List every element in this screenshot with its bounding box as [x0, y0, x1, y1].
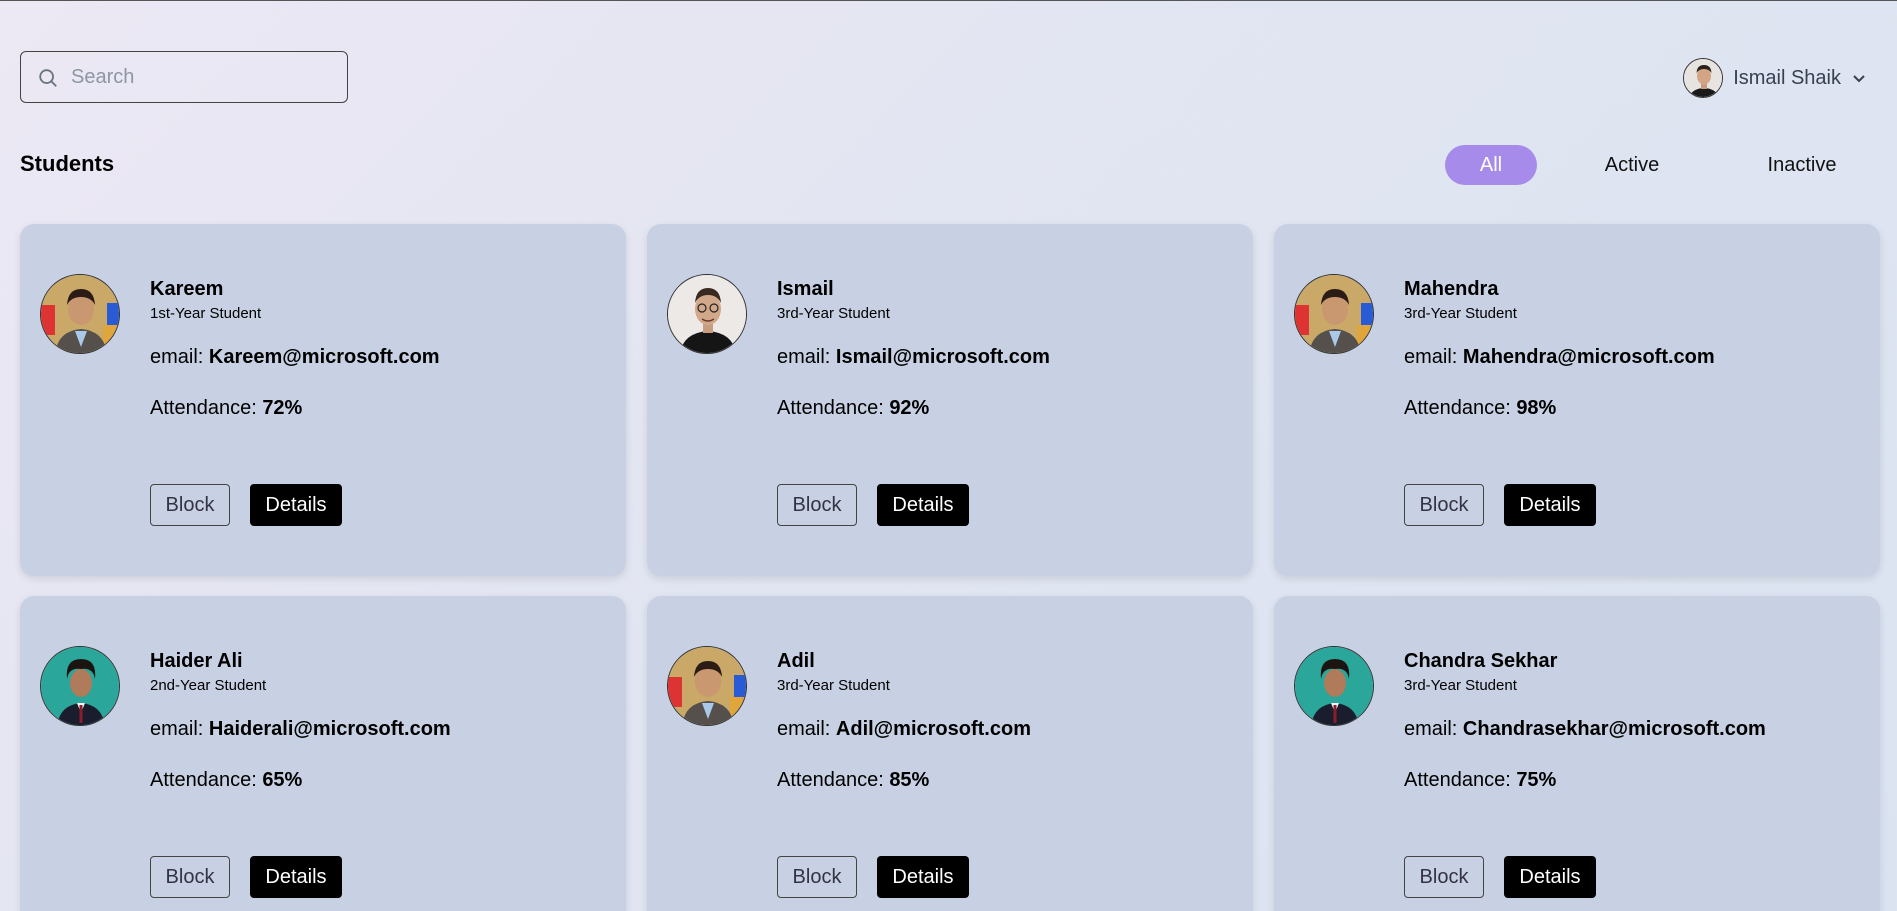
attendance-label: Attendance: — [150, 397, 263, 419]
details-button[interactable]: Details — [877, 856, 969, 898]
filter-active[interactable]: Active — [1567, 145, 1697, 185]
student-name: Chandra Sekhar — [1404, 650, 1558, 672]
attendance-value: 75% — [1516, 769, 1557, 791]
student-card: Chandra Sekhar 3rd-Year Student email: C… — [1274, 596, 1880, 911]
user-avatar — [1683, 58, 1724, 98]
student-attendance: Attendance: 98% — [1404, 397, 1715, 420]
student-year: 3rd-Year Student — [1404, 305, 1517, 322]
attendance-label: Attendance: — [1404, 769, 1517, 791]
student-name: Kareem — [150, 278, 224, 300]
student-email: email: Chandrasekhar@microsoft.com — [1404, 718, 1766, 741]
student-avatar — [667, 274, 747, 354]
student-email: email: Mahendra@microsoft.com — [1404, 346, 1715, 369]
student-attendance: Attendance: 75% — [1404, 769, 1766, 792]
block-button[interactable]: Block — [150, 856, 230, 898]
student-email: email: Ismail@microsoft.com — [777, 346, 1050, 369]
student-avatar — [667, 646, 747, 726]
student-avatar — [1294, 646, 1374, 726]
filter-inactive[interactable]: Inactive — [1727, 145, 1877, 185]
email-label: email: — [777, 718, 836, 740]
email-label: email: — [777, 346, 836, 368]
attendance-value: 92% — [889, 397, 930, 419]
student-year: 3rd-Year Student — [1404, 677, 1517, 694]
email-label: email: — [150, 346, 209, 368]
student-card: Ismail 3rd-Year Student email: Ismail@mi… — [647, 224, 1253, 576]
block-button[interactable]: Block — [777, 484, 857, 526]
student-card: Adil 3rd-Year Student email: Adil@micros… — [647, 596, 1253, 911]
student-year: 1st-Year Student — [150, 305, 262, 322]
details-button[interactable]: Details — [1504, 856, 1596, 898]
student-avatar — [40, 646, 120, 726]
attendance-label: Attendance: — [1404, 397, 1517, 419]
student-card: Mahendra 3rd-Year Student email: Mahendr… — [1274, 224, 1880, 576]
student-avatar — [1294, 274, 1374, 354]
email-value: Adil@microsoft.com — [835, 718, 1031, 740]
user-menu[interactable]: Ismail Shaik — [1683, 57, 1867, 99]
student-year: 3rd-Year Student — [777, 677, 890, 694]
email-label: email: — [1404, 346, 1463, 368]
filter-all[interactable]: All — [1445, 145, 1537, 185]
status-filter: All Active Inactive — [1445, 145, 1877, 185]
details-button[interactable]: Details — [250, 484, 342, 526]
details-button[interactable]: Details — [250, 856, 342, 898]
block-button[interactable]: Block — [150, 484, 230, 526]
details-button[interactable]: Details — [1504, 484, 1596, 526]
student-avatar — [40, 274, 120, 354]
student-email: email: Kareem@microsoft.com — [150, 346, 440, 369]
student-name: Haider Ali — [150, 650, 243, 672]
student-email: email: Haiderali@microsoft.com — [150, 718, 451, 741]
student-name: Ismail — [777, 278, 834, 300]
attendance-label: Attendance: — [777, 769, 890, 791]
search-box[interactable] — [20, 51, 348, 103]
details-button[interactable]: Details — [877, 484, 969, 526]
attendance-value: 72% — [262, 397, 303, 419]
attendance-value: 98% — [1516, 397, 1557, 419]
email-value: Ismail@microsoft.com — [835, 346, 1050, 368]
student-card: Haider Ali 2nd-Year Student email: Haide… — [20, 596, 626, 911]
student-card: Kareem 1st-Year Student email: Kareem@mi… — [20, 224, 626, 576]
top-bar: Ismail Shaik — [20, 51, 1877, 105]
attendance-value: 65% — [262, 769, 303, 791]
student-attendance: Attendance: 92% — [777, 397, 1050, 420]
email-value: Kareem@microsoft.com — [208, 346, 440, 368]
student-name: Mahendra — [1404, 278, 1499, 300]
block-button[interactable]: Block — [777, 856, 857, 898]
email-label: email: — [150, 718, 209, 740]
student-year: 3rd-Year Student — [777, 305, 890, 322]
student-attendance: Attendance: 65% — [150, 769, 451, 792]
user-name: Ismail Shaik — [1733, 66, 1841, 89]
student-name: Adil — [777, 650, 815, 672]
attendance-value: 85% — [889, 769, 930, 791]
attendance-label: Attendance: — [150, 769, 263, 791]
attendance-label: Attendance: — [777, 397, 890, 419]
student-attendance: Attendance: 72% — [150, 397, 440, 420]
student-year: 2nd-Year Student — [150, 677, 267, 694]
title-row: Students All Active Inactive — [20, 145, 1877, 185]
block-button[interactable]: Block — [1404, 484, 1484, 526]
page-title: Students — [20, 151, 115, 176]
student-email: email: Adil@microsoft.com — [777, 718, 1031, 741]
email-value: Mahendra@microsoft.com — [1462, 346, 1715, 368]
search-input[interactable] — [71, 58, 331, 96]
search-icon — [39, 69, 57, 87]
email-value: Chandrasekhar@microsoft.com — [1462, 718, 1766, 740]
email-label: email: — [1404, 718, 1463, 740]
chevron-down-icon[interactable] — [1851, 70, 1867, 86]
email-value: Haiderali@microsoft.com — [208, 718, 451, 740]
student-attendance: Attendance: 85% — [777, 769, 1031, 792]
block-button[interactable]: Block — [1404, 856, 1484, 898]
